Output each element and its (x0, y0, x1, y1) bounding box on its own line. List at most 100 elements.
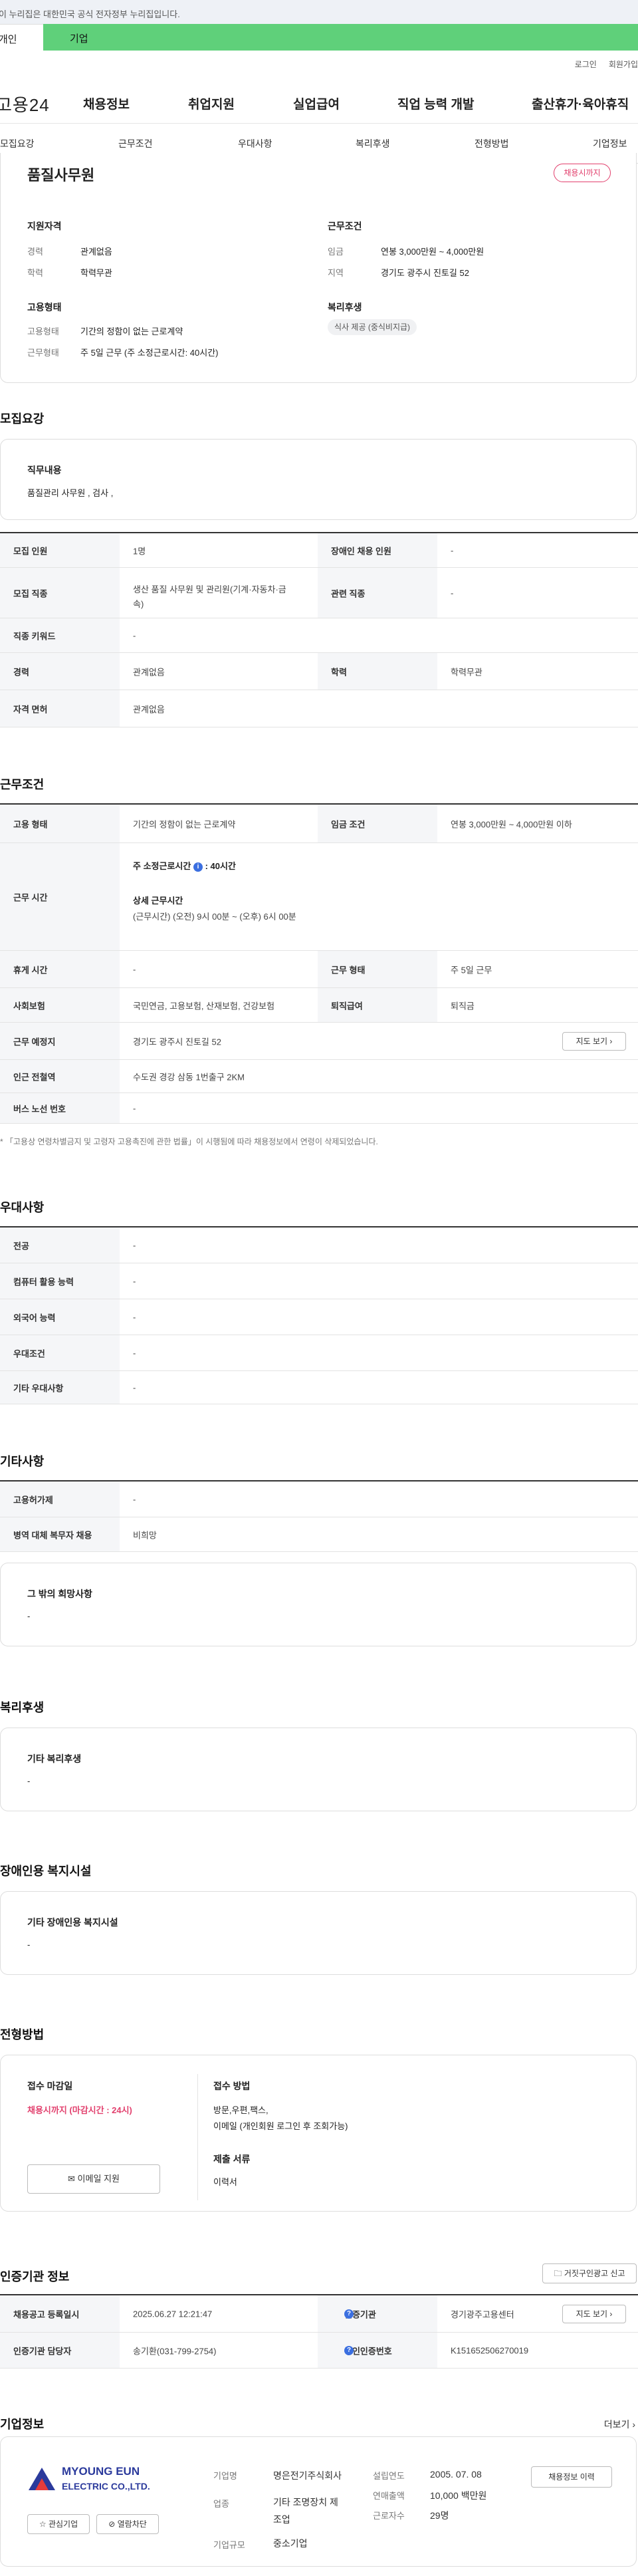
employ-row-value: 기간의 정함이 없는 근로계약 (133, 819, 236, 829)
age-law-note: * 「고용상 연령차별금지 및 고령자 고용촉진에 관한 법률」이 시행됨에 따… (0, 1137, 378, 1146)
place-value: 경기도 광주시 진토길 52 (133, 1037, 221, 1047)
selection-heading: 전형방법 (0, 2028, 45, 2041)
report-fake-ad-label: 거짓구인광고 신고 (564, 2269, 625, 2278)
insurance-value: 국민연금, 고용보험, 산재보험, 건강보험 (133, 1001, 275, 1011)
welfare-box-value: - (27, 1776, 31, 1786)
work-form-label: 근무형태 (27, 348, 59, 358)
founded-label: 설립연도 (373, 2471, 405, 2481)
gnb-item-employment-support[interactable]: 취업지원 (188, 94, 235, 112)
manager-value: 송기환(031-799-2754) (133, 2346, 217, 2356)
reg-value: 2025.06.27 12:21:47 (133, 2309, 213, 2319)
gnb-item-vocational-training[interactable]: 직업 능력 개발 (397, 94, 474, 112)
mail-icon: ✉ (68, 2174, 75, 2184)
login-link[interactable]: 로그인 (575, 60, 597, 69)
table-row: 인근 전철역 수도권 경강 삼동 1번출구 2KM (0, 1060, 638, 1093)
gnb-item-leave[interactable]: 출산휴가·육아휴직 (532, 94, 629, 112)
block-view-button[interactable]: ⊘ 열람차단 (96, 2514, 159, 2534)
info-icon[interactable]: ? (344, 2309, 354, 2319)
keyword-label: 직종 키워드 (13, 631, 56, 641)
status-badge: 채용시까지 (554, 164, 611, 182)
site-logo[interactable]: 고용24 (0, 92, 50, 116)
career-row-label: 경력 (13, 667, 29, 677)
hiring-history-button[interactable]: 채용정보 이력 (531, 2466, 612, 2488)
etc-heading: 기타사항 (0, 1455, 45, 1468)
report-icon: 🗀 (554, 2269, 562, 2278)
row-label: 우대조건 (13, 1349, 45, 1358)
info-icon[interactable]: i (193, 862, 203, 872)
founded-value: 2005. 07. 08 (430, 2469, 482, 2480)
join-link[interactable]: 회원가입 (609, 60, 638, 69)
reg-label: 채용공고 등록일시 (13, 2309, 80, 2319)
company-card: MYOUNG EUN ELECTRIC CO.,LTD. ☆ 관심기업 ⊘ 열람… (0, 2436, 637, 2567)
company-more-label: 더보기 (603, 2419, 630, 2430)
tab-personal[interactable]: 개인 (0, 24, 43, 51)
career-value: 관계없음 (80, 247, 112, 257)
table-row: 기타 우대사항 - (0, 1371, 638, 1404)
docs-title: 제출 서류 (213, 2154, 251, 2164)
tab-company-label: 기업 (70, 33, 88, 45)
table-row: 컴퓨터 활용 능력 - (0, 1263, 638, 1299)
headcount-label: 모집 인원 (13, 546, 48, 556)
related-label: 관련 직종 (331, 588, 366, 598)
gnb-item-unemployment-benefit[interactable]: 실업급여 (293, 94, 340, 112)
map-button[interactable]: 지도 보기 › (562, 1032, 626, 1051)
info-icon[interactable]: ? (344, 2345, 354, 2355)
deadline-value: 채용시까지 (마감시간 : 24시) (27, 2105, 132, 2115)
place-label: 근무 예정지 (13, 1037, 56, 1047)
section-nav-company[interactable]: 기업정보 (593, 137, 627, 150)
preference-table: 전공 - 컴퓨터 활용 능력 - 외국어 능력 - 우대조건 - 기타 우대사항 - (0, 1226, 638, 1404)
rest-value: - (133, 964, 136, 974)
edu-label: 학력 (27, 268, 43, 278)
rest-label: 휴게 시간 (13, 965, 48, 975)
gnb-item-jobs[interactable]: 채용정보 (83, 94, 130, 112)
report-fake-ad-button[interactable]: 🗀 거짓구인광고 신고 (542, 2263, 637, 2283)
util-links: 로그인 회원가입 (563, 59, 638, 70)
company-logo-text1: MYOUNG EUN (62, 2465, 140, 2478)
agency-map-button[interactable]: 지도 보기 › (562, 2305, 626, 2323)
block-label: 열람차단 (117, 2519, 147, 2529)
detail-hours-value: (근무시간) (오전) 9시 00분 ~ (오후) 6시 00분 (133, 912, 296, 922)
email-apply-button[interactable]: ✉ 이메일 지원 (27, 2164, 160, 2194)
sales-label: 연매출액 (373, 2491, 405, 2501)
table-row: 우대조건 - (0, 1335, 638, 1371)
bus-label: 버스 노선 번호 (13, 1104, 66, 1114)
tab-company[interactable]: 기업 (43, 24, 638, 51)
section-nav-recruit[interactable]: 모집요강 (0, 137, 35, 150)
welfare-box: 기타 복리후생 - (0, 1728, 637, 1811)
manager-label: 인증기관 담당자 (13, 2346, 72, 2356)
disabled-value: - (451, 545, 454, 555)
interest-company-button[interactable]: ☆ 관심기업 (27, 2514, 90, 2534)
other-hope-title: 그 밖의 희망사항 (27, 1589, 92, 1599)
section-nav-preference[interactable]: 우대사항 (238, 137, 272, 150)
row-value: - (133, 1382, 136, 1392)
welfare-section-heading: 복리후생 (0, 1701, 45, 1714)
wage-row-value: 연봉 3,000만원 ~ 4,000만원 이하 (451, 819, 572, 829)
section-nav-selection[interactable]: 전형방법 (475, 137, 509, 150)
weekly-hours-label: 주 소정근로시간 (133, 861, 191, 871)
agency-heading: 인증기관 정보 (0, 2270, 70, 2283)
section-nav-welfare[interactable]: 복리후생 (356, 137, 390, 150)
section-nav-conditions[interactable]: 근무조건 (118, 137, 153, 150)
row-label: 기타 우대사항 (13, 1383, 64, 1393)
company-logo-text2: ELECTRIC CO.,LTD. (62, 2481, 150, 2492)
row-label: 전공 (13, 1241, 29, 1251)
weekly-hours: 주 소정근로시간 i : 40시간 (133, 859, 236, 872)
duty-title: 직무내용 (27, 465, 62, 475)
wage-value: 연봉 3,000만원 ~ 4,000만원 (381, 247, 484, 257)
num-value: K151652506270019 (451, 2345, 529, 2355)
top-tabs: 개인 기업 (0, 24, 638, 51)
method-line2: 이메일 (개인회원 로그인 후 조회가능) (213, 2121, 348, 2131)
table-row: 고용 형태 기간의 정함이 없는 근로계약 임금 조건 연봉 3,000만원 ~… (0, 805, 638, 843)
disabled-facility-value: - (27, 1940, 31, 1950)
summary-card: 품질사무원 채용시까지 지원자격 경력 관계없음 학력 학력무관 고용형태 고용… (0, 153, 637, 383)
table-row: 전공 - (0, 1227, 638, 1263)
recruit-heading: 모집요강 (0, 412, 45, 426)
table-row: 사회보험 국민연금, 고용보험, 산재보험, 건강보험 퇴직급여 퇴직금 (0, 988, 638, 1023)
employ-type-label: 고용형태 (27, 326, 59, 336)
industry-label: 업종 (213, 2499, 229, 2509)
employees-value: 29명 (430, 2510, 449, 2521)
career-row-value: 관계없음 (133, 667, 165, 677)
company-more-link[interactable]: 더보기 › (604, 2418, 635, 2431)
job-label: 모집 직종 (13, 588, 48, 598)
insurance-label: 사회보험 (13, 1001, 45, 1011)
